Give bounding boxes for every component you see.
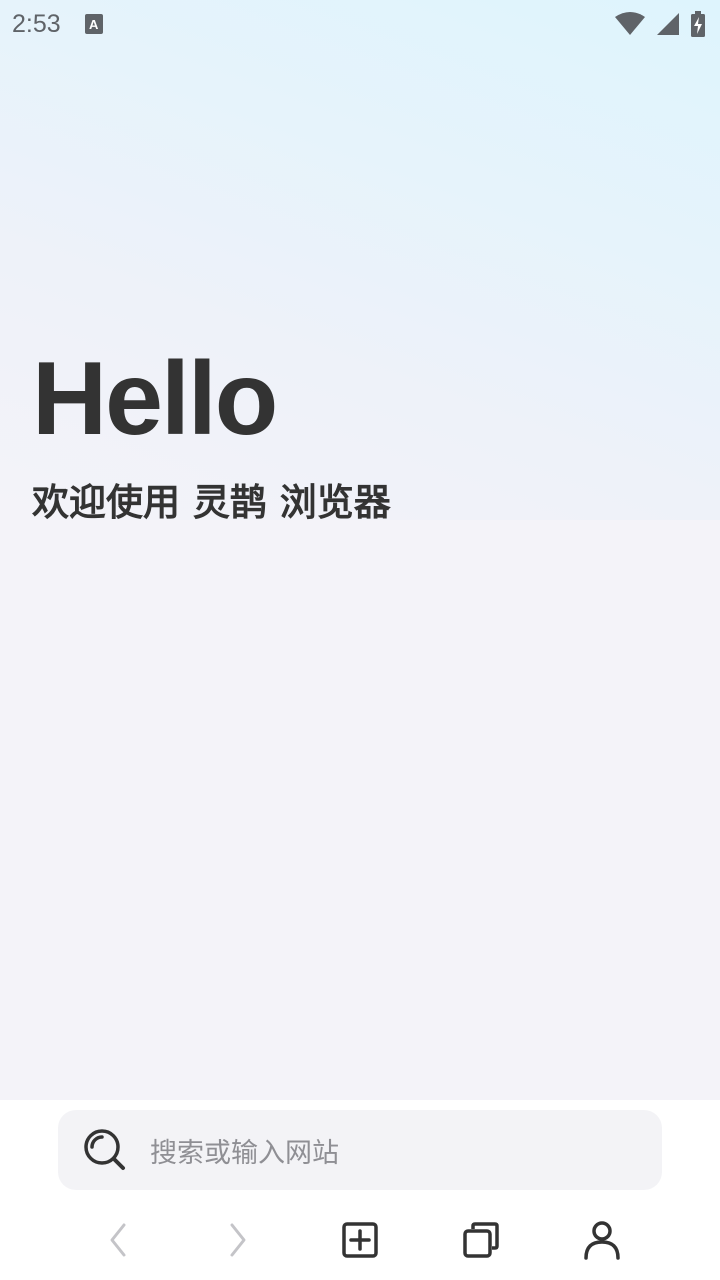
back-button[interactable] [89, 1208, 149, 1272]
forward-button[interactable] [207, 1208, 267, 1272]
tabs-icon [463, 1222, 499, 1258]
signal-icon [657, 13, 679, 35]
search-input[interactable]: 搜索或输入网站 [58, 1110, 662, 1190]
tabs-button[interactable] [451, 1208, 511, 1272]
forward-arrow-icon [230, 1223, 246, 1257]
new-tab-icon [342, 1222, 378, 1258]
welcome-text: 欢迎使用 灵鹊 浏览器 [32, 481, 391, 524]
profile-icon [584, 1221, 620, 1260]
status-time: 2:53 [12, 9, 61, 38]
new-tab-button[interactable] [330, 1208, 390, 1272]
profile-button[interactable] [572, 1208, 632, 1272]
status-bar: 2:53 A [0, 0, 720, 48]
back-arrow-icon [110, 1223, 126, 1257]
bottom-panel: 搜索或输入网站 [0, 1100, 720, 1280]
battery-icon [691, 11, 705, 37]
bottom-nav-bar [0, 1208, 720, 1272]
notification-a-icon: A [84, 14, 103, 34]
wifi-icon [615, 12, 645, 35]
hello-heading: Hello [32, 341, 278, 457]
search-placeholder: 搜索或输入网站 [150, 1137, 339, 1169]
search-icon [82, 1127, 128, 1173]
